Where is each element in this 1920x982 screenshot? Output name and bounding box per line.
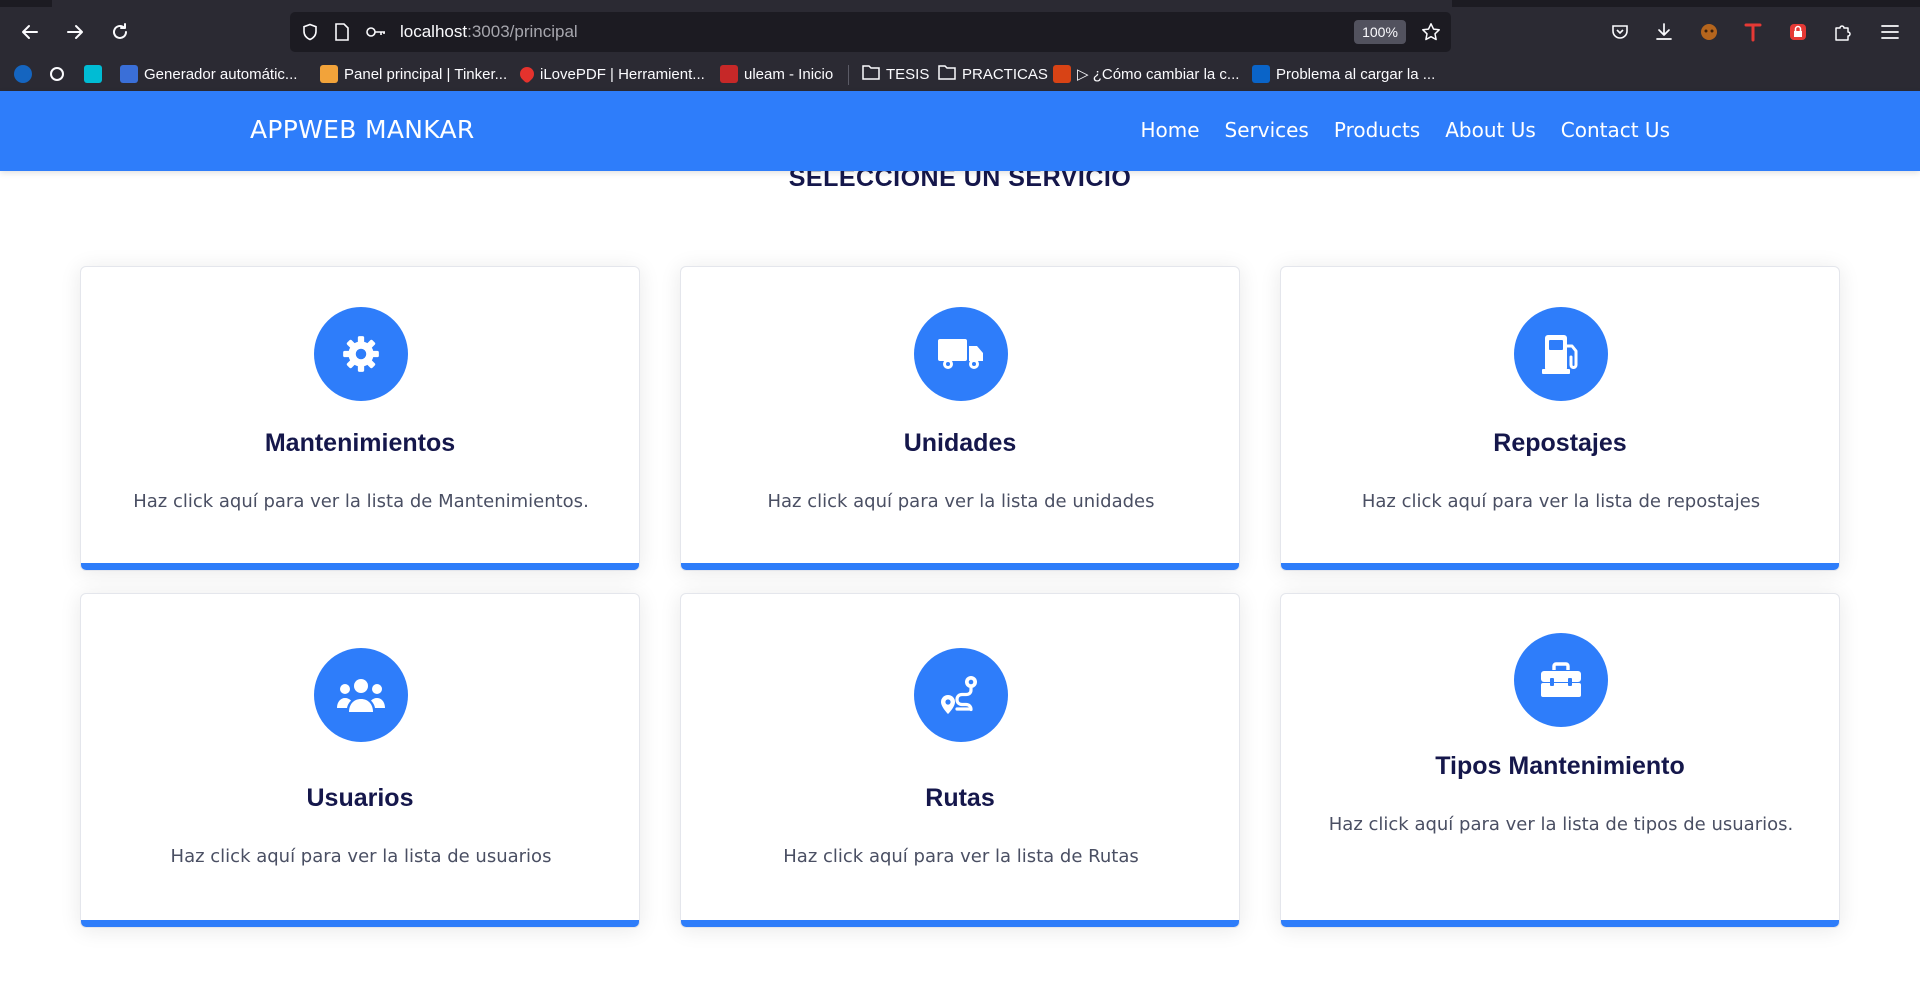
card-description: Haz click aquí para ver la lista de unid… bbox=[767, 491, 1155, 512]
outlook-icon bbox=[1252, 65, 1270, 83]
bookmark-como-cambiar[interactable]: ▷ ¿Cómo cambiar la c... bbox=[1053, 63, 1239, 85]
shield-icon[interactable] bbox=[300, 22, 320, 42]
app-navbar: APPWEB MANKAR Home Services Products Abo… bbox=[0, 91, 1920, 171]
users-icon bbox=[314, 648, 408, 742]
active-tab[interactable] bbox=[52, 0, 1452, 7]
card-title: Tipos Mantenimiento bbox=[1435, 752, 1685, 780]
card-title: Repostajes bbox=[1493, 429, 1627, 457]
bookmark-icon-3[interactable] bbox=[84, 63, 102, 85]
card-accent-bar bbox=[81, 563, 639, 570]
card-description: Haz click aquí para ver la lista de repo… bbox=[1361, 491, 1761, 512]
bookmark-uleam[interactable]: uleam - Inicio bbox=[720, 63, 833, 85]
pocket-icon[interactable] bbox=[1608, 20, 1632, 44]
card-title: Mantenimientos bbox=[264, 429, 456, 457]
browser-tab-strip bbox=[0, 0, 1920, 7]
extension-avatar-icon[interactable] bbox=[1697, 20, 1721, 44]
address-bar[interactable]: localhost:3003/principal 100% bbox=[290, 12, 1451, 52]
bookmark-problema[interactable]: Problema al cargar la ... bbox=[1252, 63, 1435, 85]
heart-icon bbox=[517, 64, 537, 84]
bookmark-ilovepdf[interactable]: iLovePDF | Herramient... bbox=[517, 63, 705, 85]
gear-icon bbox=[314, 307, 408, 401]
browser-toolbar: localhost:3003/principal 100% bbox=[0, 7, 1920, 57]
card-description: Haz click aquí para ver la lista de Mant… bbox=[133, 491, 589, 512]
nav-about-us[interactable]: About Us bbox=[1445, 118, 1536, 142]
bookmark-tinker[interactable]: Panel principal | Tinker... bbox=[320, 63, 507, 85]
extension-lock-icon[interactable] bbox=[1786, 20, 1810, 44]
forward-icon[interactable] bbox=[60, 17, 90, 47]
service-card-tipos-mantenimiento[interactable]: Tipos Mantenimiento Haz click aquí para … bbox=[1280, 593, 1840, 928]
main-menu: Home Services Products About Us Contact … bbox=[1140, 118, 1670, 142]
nav-contact-us[interactable]: Contact Us bbox=[1561, 118, 1670, 142]
bookmark-folder-tesis[interactable]: TESIS bbox=[862, 63, 929, 85]
nav-home[interactable]: Home bbox=[1140, 118, 1199, 142]
card-accent-bar bbox=[1281, 563, 1839, 570]
service-card-usuarios[interactable]: Usuarios Haz click aquí para ver la list… bbox=[80, 593, 640, 928]
card-accent-bar bbox=[1281, 920, 1839, 927]
key-icon[interactable] bbox=[366, 22, 386, 42]
bookmark-icon-2[interactable] bbox=[50, 63, 64, 85]
zoom-level[interactable]: 100% bbox=[1354, 20, 1406, 44]
card-accent-bar bbox=[681, 563, 1239, 570]
route-icon bbox=[914, 648, 1008, 742]
menu-hamburger-icon[interactable] bbox=[1878, 20, 1902, 44]
bookmark-icon-1[interactable] bbox=[14, 63, 32, 85]
truck-icon bbox=[914, 307, 1008, 401]
extensions-puzzle-icon[interactable] bbox=[1830, 20, 1854, 44]
gas-pump-icon bbox=[1514, 307, 1608, 401]
brand-logo[interactable]: APPWEB MANKAR bbox=[250, 115, 475, 144]
service-card-repostajes[interactable]: Repostajes Haz click aquí para ver la li… bbox=[1280, 266, 1840, 571]
card-title: Usuarios bbox=[306, 784, 414, 812]
card-description: Haz click aquí para ver la lista de tipo… bbox=[1328, 814, 1794, 835]
reload-icon[interactable] bbox=[105, 17, 135, 47]
bookmark-favicon bbox=[320, 65, 338, 83]
bookmarks-bar: Generador automátic... Panel principal |… bbox=[0, 57, 1920, 91]
download-icon[interactable] bbox=[1652, 20, 1676, 44]
card-title: Unidades bbox=[903, 429, 1017, 457]
star-icon[interactable] bbox=[1421, 22, 1441, 42]
extension-t-icon[interactable] bbox=[1741, 20, 1765, 44]
nav-products[interactable]: Products bbox=[1334, 118, 1420, 142]
url-text[interactable]: localhost:3003/principal bbox=[400, 22, 578, 42]
service-card-unidades[interactable]: Unidades Haz click aquí para ver la list… bbox=[680, 266, 1240, 571]
bookmark-favicon bbox=[720, 65, 738, 83]
folder-icon bbox=[862, 64, 880, 84]
card-accent-bar bbox=[81, 920, 639, 927]
nav-services[interactable]: Services bbox=[1225, 118, 1309, 142]
toolbox-icon bbox=[1514, 633, 1608, 727]
card-title: Rutas bbox=[925, 784, 995, 812]
service-card-rutas[interactable]: Rutas Haz click aquí para ver la lista d… bbox=[680, 593, 1240, 928]
bookmark-favicon bbox=[1053, 65, 1071, 83]
card-description: Haz click aquí para ver la lista de usua… bbox=[170, 846, 552, 867]
card-description: Haz click aquí para ver la lista de Ruta… bbox=[783, 846, 1139, 867]
bookmark-separator bbox=[848, 65, 849, 85]
page-icon[interactable] bbox=[332, 22, 352, 42]
bookmark-favicon bbox=[120, 65, 138, 83]
back-icon[interactable] bbox=[15, 17, 45, 47]
bookmark-generador[interactable]: Generador automátic... bbox=[120, 63, 297, 85]
folder-icon bbox=[938, 64, 956, 84]
card-accent-bar bbox=[681, 920, 1239, 927]
service-card-mantenimientos[interactable]: Mantenimientos Haz click aquí para ver l… bbox=[80, 266, 640, 571]
bookmark-folder-practicas[interactable]: PRACTICAS bbox=[938, 63, 1048, 85]
